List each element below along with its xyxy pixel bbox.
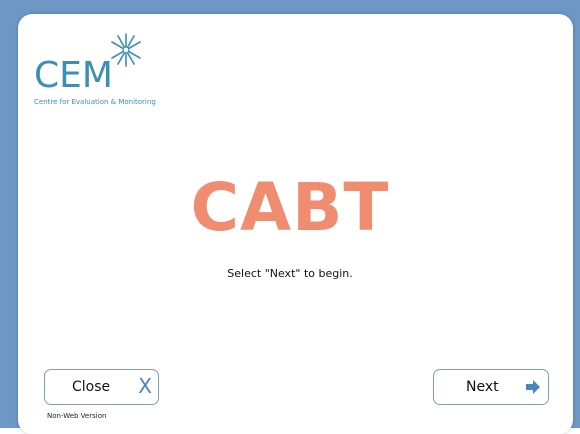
next-button-label: Next <box>466 379 499 395</box>
page-title: CABT <box>190 169 390 246</box>
cem-logo: CEM Centre for Evaluation & Monitoring <box>34 30 194 120</box>
logo-wordmark: CEM <box>34 55 113 96</box>
instruction-text: Select "Next" to begin. <box>227 267 353 280</box>
next-button[interactable]: Next <box>433 369 549 405</box>
arrow-right-icon <box>526 380 540 394</box>
window-frame: CEM Centre for Evaluation & Monitoring C… <box>0 0 580 434</box>
version-label: Non-Web Version <box>47 412 107 420</box>
logo-subtitle: Centre for Evaluation & Monitoring <box>34 98 156 106</box>
close-icon: X <box>138 374 152 398</box>
close-button-label: Close <box>72 379 111 395</box>
close-button[interactable]: Close X <box>44 369 159 405</box>
